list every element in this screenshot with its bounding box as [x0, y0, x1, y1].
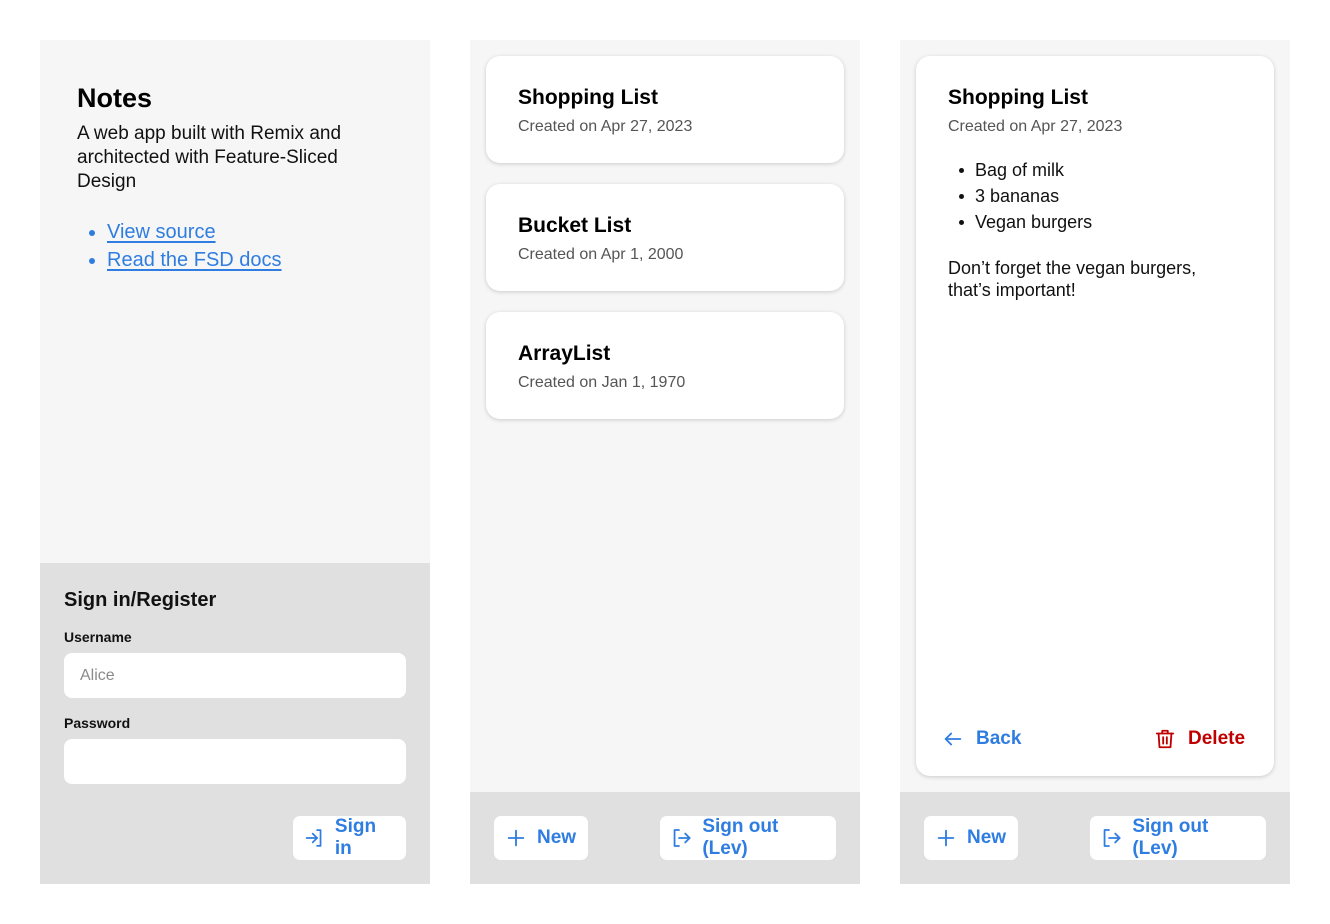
list-item: View source	[89, 218, 397, 246]
note-title: Shopping List	[518, 86, 658, 109]
signin-heading: Sign in/Register	[64, 589, 217, 611]
note-remark: Don’t forget the vegan burgers, that’s i…	[948, 258, 1197, 300]
note-title: ArrayList	[518, 342, 611, 365]
note-date: Created on Apr 27, 2023	[948, 118, 1123, 135]
signin-form: Sign in/Register Username Password Sign …	[40, 563, 430, 884]
plus-icon	[507, 829, 525, 847]
password-input[interactable]	[64, 739, 406, 784]
logout-icon	[1103, 829, 1121, 847]
back-label: Back	[976, 728, 1022, 749]
note-card[interactable]: Bucket List Created on Apr 1, 2000	[486, 184, 844, 291]
list-item: Bag of milk	[958, 157, 1092, 183]
back-button[interactable]: Back	[942, 728, 1021, 750]
password-label: Password	[64, 715, 131, 731]
login-icon	[305, 829, 322, 847]
note-title: Shopping List	[948, 86, 1088, 109]
sign-in-label: Sign in	[334, 816, 377, 859]
list-item: Vegan burgers	[958, 209, 1092, 235]
note-card[interactable]: ArrayList Created on Jan 1, 1970	[486, 312, 844, 419]
bottom-bar: New Sign out (Lev)	[470, 792, 860, 884]
delete-label: Delete	[1188, 728, 1246, 749]
note-detail-panel: Shopping List Created on Apr 27, 2023 Ba…	[900, 40, 1290, 884]
sign-out-label: Sign out (Lev)	[1132, 816, 1209, 859]
sign-out-label: Sign out (Lev)	[702, 816, 779, 859]
list-item: Read the FSD docs	[89, 246, 397, 274]
logout-icon	[673, 829, 691, 847]
plus-icon	[937, 829, 955, 847]
list-item: 3 bananas	[958, 183, 1092, 209]
sign-out-button[interactable]: Sign out (Lev)	[1090, 816, 1266, 860]
app-description: A web app built with Remix and architect…	[77, 123, 342, 192]
bottom-bar: New Sign out (Lev)	[900, 792, 1290, 884]
note-detail-card: Shopping List Created on Apr 27, 2023 Ba…	[916, 56, 1274, 776]
new-label: New	[537, 827, 577, 848]
note-card[interactable]: Shopping List Created on Apr 27, 2023	[486, 56, 844, 163]
new-label: New	[967, 827, 1007, 848]
trash-icon	[1155, 729, 1175, 749]
username-label: Username	[64, 629, 132, 645]
note-date: Created on Apr 1, 2000	[518, 246, 684, 263]
sign-out-button[interactable]: Sign out (Lev)	[660, 816, 836, 860]
fsd-docs-link[interactable]: Read the FSD docs	[107, 249, 282, 271]
links-list: View source Read the FSD docs	[77, 218, 397, 274]
note-date: Created on Jan 1, 1970	[518, 374, 686, 391]
welcome-panel: Notes A web app built with Remix and arc…	[40, 40, 430, 884]
view-source-link[interactable]: View source	[107, 221, 216, 243]
note-date: Created on Apr 27, 2023	[518, 118, 693, 135]
sign-in-button[interactable]: Sign in	[293, 816, 406, 860]
note-title: Bucket List	[518, 214, 632, 237]
intro-section: Notes A web app built with Remix and arc…	[77, 82, 397, 274]
delete-button[interactable]: Delete	[1154, 728, 1245, 750]
app-title: Notes	[77, 83, 153, 113]
new-note-button[interactable]: New	[494, 816, 588, 860]
notes-list-panel: Shopping List Created on Apr 27, 2023 Bu…	[470, 40, 860, 884]
username-input[interactable]	[64, 653, 406, 698]
new-note-button[interactable]: New	[924, 816, 1018, 860]
note-items-list: Bag of milk 3 bananas Vegan burgers	[958, 157, 1092, 235]
arrow-left-icon	[944, 732, 962, 746]
